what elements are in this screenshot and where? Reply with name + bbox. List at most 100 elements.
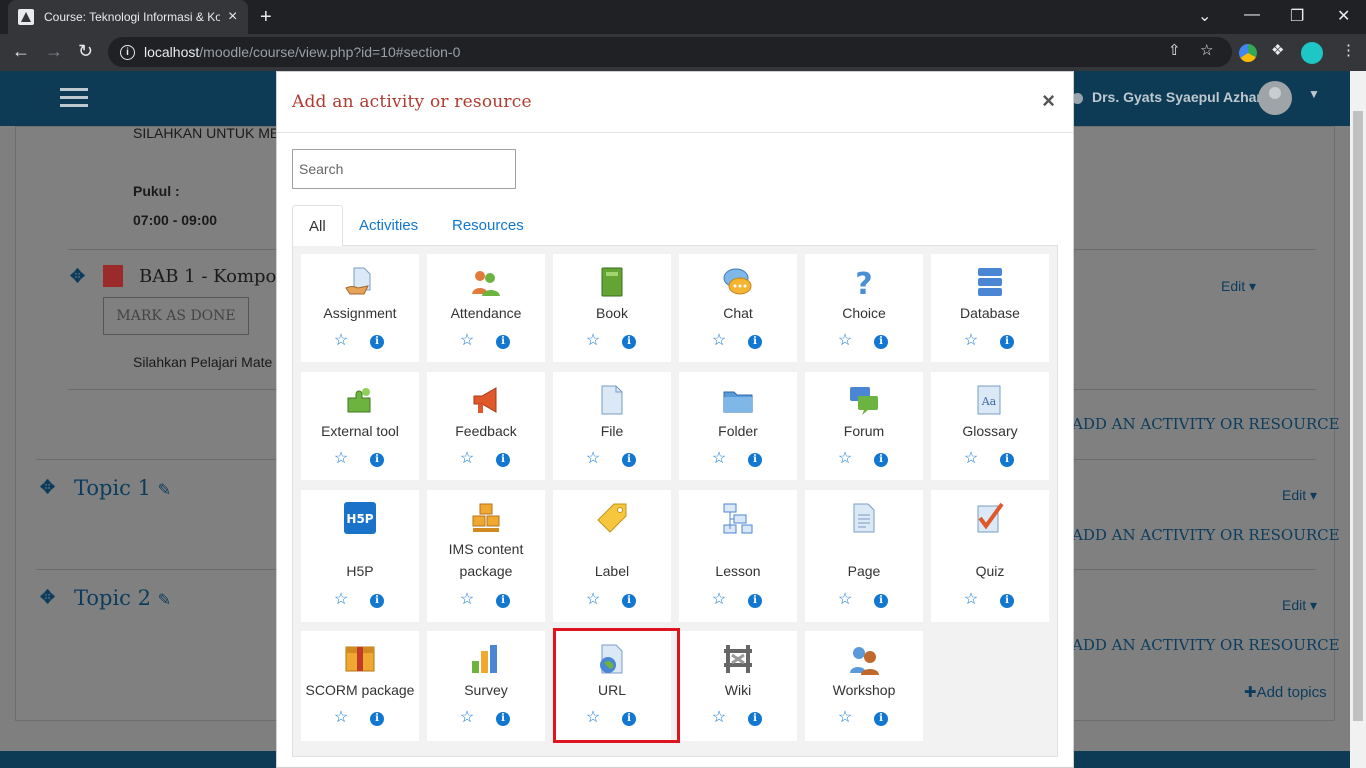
activity-tile[interactable]: External tool ☆ i bbox=[301, 372, 419, 480]
info-icon[interactable]: i bbox=[370, 335, 384, 349]
info-icon[interactable]: i bbox=[874, 712, 888, 726]
star-icon[interactable]: ☆ bbox=[333, 333, 349, 349]
info-icon[interactable]: i bbox=[874, 594, 888, 608]
star-icon[interactable]: ☆ bbox=[459, 592, 475, 608]
topic-1-title[interactable]: Topic 1 ✎ bbox=[74, 476, 171, 500]
star-icon[interactable]: ☆ bbox=[711, 592, 727, 608]
info-icon[interactable]: i bbox=[370, 594, 384, 608]
star-icon[interactable]: ☆ bbox=[585, 451, 601, 467]
chevron-down-icon[interactable]: ▼ bbox=[1308, 87, 1320, 101]
info-icon[interactable]: i bbox=[370, 712, 384, 726]
forward-arrow-icon[interactable]: → bbox=[45, 41, 63, 62]
topic-2-title[interactable]: Topic 2 ✎ bbox=[74, 586, 171, 610]
tab-activities[interactable]: Activities bbox=[343, 205, 434, 246]
resource-title[interactable]: BAB 1 - Kompon bbox=[139, 266, 288, 287]
activity-tile[interactable]: File ☆ i bbox=[553, 372, 671, 480]
tab-search-icon[interactable]: ⌄ bbox=[1198, 6, 1211, 26]
site-info-icon[interactable]: i bbox=[120, 44, 135, 60]
new-tab-button[interactable]: + bbox=[260, 6, 272, 29]
hamburger-menu-icon[interactable] bbox=[60, 88, 88, 108]
info-icon[interactable]: i bbox=[1000, 594, 1014, 608]
browser-menu-icon[interactable]: ⋮ bbox=[1341, 41, 1356, 59]
star-icon[interactable]: ☆ bbox=[963, 592, 979, 608]
add-activity-link[interactable]: ADD AN ACTIVITY OR RESOURCE bbox=[1072, 526, 1340, 544]
info-icon[interactable]: i bbox=[370, 453, 384, 467]
user-avatar[interactable] bbox=[1258, 81, 1292, 115]
info-icon[interactable]: i bbox=[496, 594, 510, 608]
star-icon[interactable]: ☆ bbox=[459, 451, 475, 467]
pencil-icon[interactable]: ✎ bbox=[158, 480, 171, 499]
star-icon[interactable]: ☆ bbox=[585, 333, 601, 349]
activity-tile[interactable]: Folder ☆ i bbox=[679, 372, 797, 480]
info-icon[interactable]: i bbox=[748, 453, 762, 467]
info-icon[interactable]: i bbox=[622, 712, 636, 726]
activity-tile[interactable]: Assignment ☆ i bbox=[301, 254, 419, 362]
close-window-button[interactable]: ✕ bbox=[1337, 6, 1350, 26]
edit-menu[interactable]: Edit ▾ bbox=[1282, 487, 1317, 504]
info-icon[interactable]: i bbox=[1000, 453, 1014, 467]
edit-menu[interactable]: Edit ▾ bbox=[1282, 597, 1317, 614]
edit-menu[interactable]: Edit ▾ bbox=[1221, 278, 1256, 295]
add-topics-link[interactable]: ✚Add topics bbox=[1244, 683, 1327, 701]
activity-tile[interactable]: Attendance ☆ i bbox=[427, 254, 545, 362]
activity-tile[interactable]: Survey ☆ i bbox=[427, 631, 545, 741]
info-icon[interactable]: i bbox=[496, 335, 510, 349]
info-icon[interactable]: i bbox=[748, 594, 762, 608]
star-icon[interactable]: ☆ bbox=[585, 710, 601, 726]
star-icon[interactable]: ☆ bbox=[963, 333, 979, 349]
user-name[interactable]: Drs. Gyats Syaepul Azhar bbox=[1092, 89, 1262, 105]
activity-tile[interactable]: Lesson ☆ i bbox=[679, 490, 797, 622]
activity-tile[interactable]: H5P H5P ☆ i bbox=[301, 490, 419, 622]
extensions-puzzle-icon[interactable]: ❖ bbox=[1271, 41, 1284, 59]
share-icon[interactable]: ⇧ bbox=[1168, 41, 1181, 59]
profile-avatar-icon[interactable] bbox=[1301, 42, 1323, 64]
info-icon[interactable]: i bbox=[622, 453, 636, 467]
star-icon[interactable]: ☆ bbox=[333, 451, 349, 467]
star-icon[interactable]: ☆ bbox=[459, 333, 475, 349]
activity-tile[interactable]: Page ☆ i bbox=[805, 490, 923, 622]
activity-tile[interactable]: Label ☆ i bbox=[553, 490, 671, 622]
star-icon[interactable]: ☆ bbox=[837, 333, 853, 349]
scroll-thumb[interactable] bbox=[1353, 111, 1363, 721]
info-icon[interactable]: i bbox=[874, 453, 888, 467]
activity-tile[interactable]: Forum ☆ i bbox=[805, 372, 923, 480]
bookmark-star-icon[interactable]: ☆ bbox=[1200, 41, 1213, 59]
mark-as-done-button[interactable]: MARK AS DONE bbox=[103, 297, 249, 335]
activity-tile[interactable]: Book ☆ i bbox=[553, 254, 671, 362]
info-icon[interactable]: i bbox=[748, 335, 762, 349]
star-icon[interactable]: ☆ bbox=[459, 710, 475, 726]
star-icon[interactable]: ☆ bbox=[711, 710, 727, 726]
restore-button[interactable]: ❐ bbox=[1290, 6, 1304, 26]
address-bar[interactable]: i localhost/moodle/course/view.php?id=10… bbox=[108, 37, 1232, 67]
move-icon[interactable]: ✥ bbox=[40, 477, 55, 498]
star-icon[interactable]: ☆ bbox=[837, 592, 853, 608]
star-icon[interactable]: ☆ bbox=[837, 451, 853, 467]
tab-resources[interactable]: Resources bbox=[436, 205, 540, 246]
pencil-icon[interactable]: ✎ bbox=[158, 590, 171, 609]
star-icon[interactable]: ☆ bbox=[333, 592, 349, 608]
activity-tile[interactable]: Feedback ☆ i bbox=[427, 372, 545, 480]
activity-tile[interactable]: Workshop ☆ i bbox=[805, 631, 923, 741]
activity-tile[interactable]: IMS content package ☆ i bbox=[427, 490, 545, 622]
star-icon[interactable]: ☆ bbox=[585, 592, 601, 608]
info-icon[interactable]: i bbox=[496, 712, 510, 726]
close-icon[interactable]: × bbox=[1042, 88, 1055, 114]
star-icon[interactable]: ☆ bbox=[711, 333, 727, 349]
star-icon[interactable]: ☆ bbox=[711, 451, 727, 467]
activity-tile[interactable]: Chat ☆ i bbox=[679, 254, 797, 362]
activity-tile[interactable]: SCORM package ☆ i bbox=[301, 631, 419, 741]
search-input[interactable] bbox=[292, 149, 516, 189]
activity-tile[interactable]: Aa Glossary ☆ i bbox=[931, 372, 1049, 480]
star-icon[interactable]: ☆ bbox=[333, 710, 349, 726]
add-activity-link[interactable]: ADD AN ACTIVITY OR RESOURCE bbox=[1072, 636, 1340, 654]
info-icon[interactable]: i bbox=[622, 594, 636, 608]
info-icon[interactable]: i bbox=[748, 712, 762, 726]
activity-tile[interactable]: Database ☆ i bbox=[931, 254, 1049, 362]
star-icon[interactable]: ☆ bbox=[837, 710, 853, 726]
add-activity-link[interactable]: ADD AN ACTIVITY OR RESOURCE bbox=[1072, 415, 1340, 433]
activity-tile[interactable]: URL ☆ i bbox=[553, 631, 671, 741]
activity-tile[interactable]: Wiki ☆ i bbox=[679, 631, 797, 741]
info-icon[interactable]: i bbox=[874, 335, 888, 349]
activity-tile[interactable]: Quiz ☆ i bbox=[931, 490, 1049, 622]
tab-close-icon[interactable]: × bbox=[228, 8, 237, 26]
